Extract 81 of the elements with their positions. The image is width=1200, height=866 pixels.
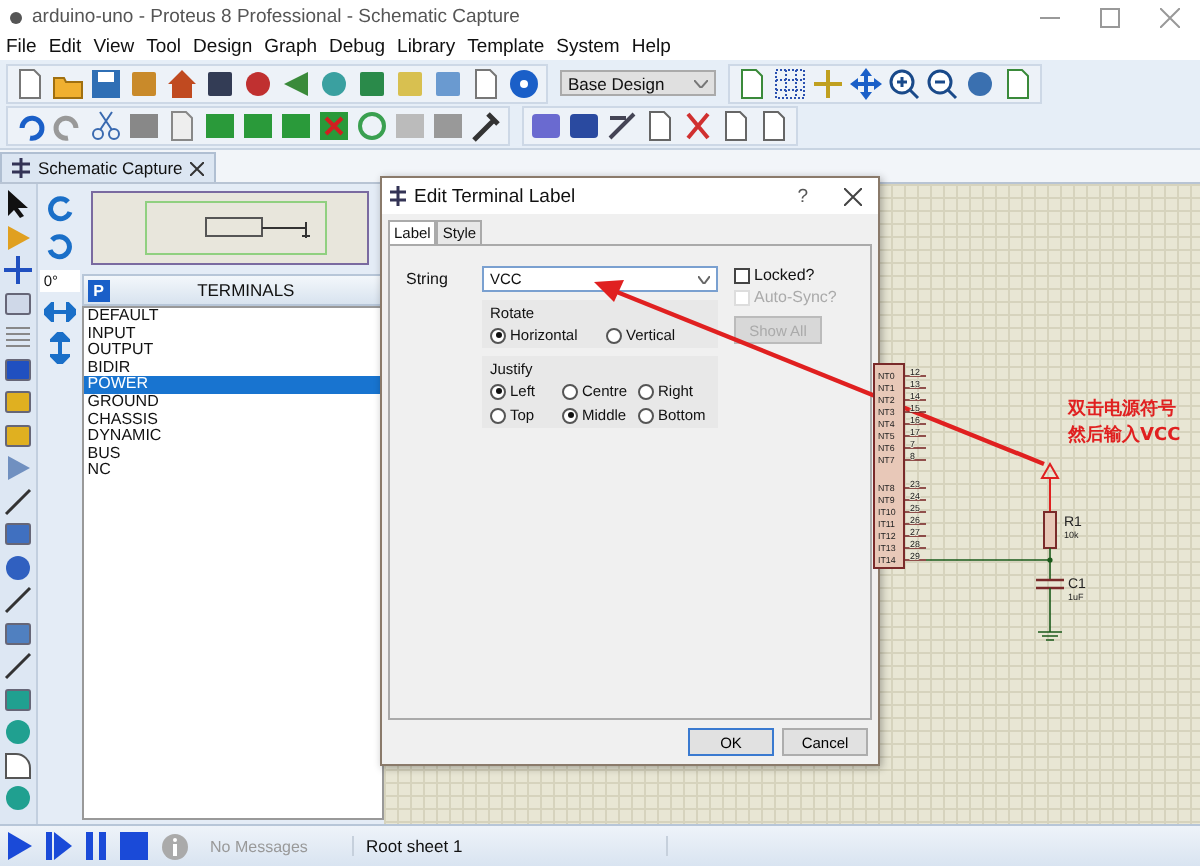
info-icon xyxy=(162,833,188,859)
annotation-text: 然后输入VCC xyxy=(1068,426,1181,446)
pointer-icon[interactable] xyxy=(3,190,32,218)
menu-item[interactable]: File xyxy=(6,36,37,58)
remove-sheet-icon[interactable] xyxy=(682,109,714,141)
menu-item[interactable]: Graph xyxy=(264,36,318,58)
resistor xyxy=(1043,511,1057,549)
save-icon[interactable] xyxy=(90,67,122,99)
menu-item[interactable]: View xyxy=(93,36,135,58)
zoom-in-icon[interactable] xyxy=(888,67,920,99)
design-select[interactable]: Base Design xyxy=(560,70,716,96)
list-item[interactable]: BIDIR xyxy=(83,359,382,377)
edit-page-icon[interactable] xyxy=(758,109,790,141)
list-item[interactable]: NC xyxy=(83,462,382,480)
block-move-icon[interactable] xyxy=(242,109,274,141)
menu-item[interactable]: Debug xyxy=(329,36,386,58)
locked-checkbox[interactable]: Locked? xyxy=(734,266,837,284)
window-title: arduino-uno - Proteus 8 Professional - Schematic Capture xyxy=(32,6,520,28)
hammer-icon[interactable] xyxy=(470,109,502,141)
step-icon[interactable] xyxy=(46,832,72,860)
play-icon[interactable] xyxy=(8,832,32,860)
cut-icon[interactable] xyxy=(90,109,122,141)
refresh-page-icon[interactable] xyxy=(736,67,768,99)
paste-icon[interactable] xyxy=(166,109,198,141)
annotation-text: 双击电源符号 xyxy=(1068,400,1176,420)
power-terminal xyxy=(1041,463,1060,513)
pick-icon[interactable] xyxy=(356,109,388,141)
string-label: String xyxy=(404,268,450,292)
capacitor xyxy=(1034,578,1066,590)
mirror-vertical-icon[interactable] xyxy=(49,332,70,364)
label-icon[interactable] xyxy=(3,289,32,317)
mirror-horizontal-icon[interactable] xyxy=(43,302,76,322)
app-icon xyxy=(8,9,24,25)
box-icon[interactable] xyxy=(3,685,32,713)
move-icon[interactable] xyxy=(850,67,882,99)
exit-sheet-icon[interactable] xyxy=(720,109,752,141)
menu-item[interactable]: Tool xyxy=(146,36,182,58)
triangle-icon[interactable] xyxy=(280,67,312,99)
junction-dot xyxy=(1047,557,1053,563)
list-item[interactable]: POWER xyxy=(83,376,382,394)
new-document-icon[interactable] xyxy=(14,67,46,99)
list-item[interactable]: CHASSIS xyxy=(83,411,382,429)
menu-item[interactable]: Library xyxy=(397,36,456,58)
block-rotate-icon[interactable] xyxy=(280,109,312,141)
help-button[interactable]: ? xyxy=(797,185,808,207)
menu-item[interactable]: Template xyxy=(467,36,545,58)
panel-title: TERMINALS xyxy=(195,280,297,300)
document-tab[interactable]: Schematic Capture xyxy=(0,152,217,182)
menu-item[interactable]: System xyxy=(556,36,620,58)
close-icon[interactable] xyxy=(844,187,862,205)
list-item[interactable]: DYNAMIC xyxy=(83,428,382,446)
help-icon[interactable] xyxy=(508,67,540,99)
pause-icon[interactable] xyxy=(86,832,106,860)
list-item[interactable]: OUTPUT xyxy=(83,342,382,360)
list-item[interactable]: BUS xyxy=(83,445,382,463)
grid-icon[interactable] xyxy=(774,67,806,99)
junction-icon[interactable] xyxy=(3,256,32,284)
rotate-clockwise-icon[interactable] xyxy=(45,194,74,222)
caret-icon xyxy=(698,275,710,283)
line-icon[interactable] xyxy=(3,652,32,680)
zoom-out-icon[interactable] xyxy=(926,67,958,99)
rotate-anticlockwise-icon[interactable] xyxy=(45,232,74,260)
zoom-area-icon[interactable] xyxy=(1002,67,1034,99)
maximize-icon[interactable] xyxy=(1100,7,1120,27)
menu-item[interactable]: Design xyxy=(193,36,253,58)
block-delete-icon[interactable] xyxy=(318,109,350,141)
dialog-title: Edit Terminal Label xyxy=(414,185,576,207)
block-copy-icon[interactable] xyxy=(204,109,236,141)
ground-symbol xyxy=(1037,587,1063,641)
home-icon[interactable] xyxy=(166,67,198,99)
caret-icon xyxy=(694,79,708,87)
list-item[interactable]: INPUT xyxy=(83,325,382,343)
close-icon[interactable] xyxy=(190,161,205,175)
menu-item[interactable]: Edit xyxy=(48,36,82,58)
pick-button[interactable]: P xyxy=(87,279,110,301)
list-item[interactable]: DEFAULT xyxy=(83,308,382,326)
list-item[interactable]: GROUND xyxy=(83,393,382,412)
new-sheet-icon[interactable] xyxy=(644,109,676,141)
menu-item[interactable]: Help xyxy=(631,36,671,58)
status-messages: No Messages xyxy=(210,837,310,855)
status-sheet: Root sheet 1 xyxy=(352,836,668,856)
